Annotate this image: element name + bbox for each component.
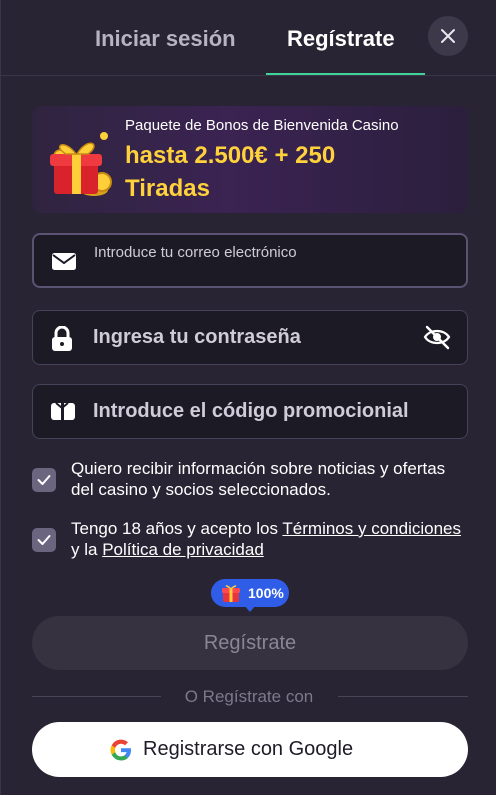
- promo-placeholder: Introduce el código promocionial: [93, 400, 409, 422]
- google-register-label: Registrarse con Google: [143, 738, 354, 760]
- age-terms-checkbox[interactable]: [32, 528, 56, 552]
- mail-icon: [52, 253, 76, 270]
- check-icon: [37, 475, 51, 485]
- register-submit-button[interactable]: Regístrate: [32, 616, 468, 670]
- terms-link[interactable]: Términos y condiciones: [282, 519, 461, 538]
- password-placeholder: Ingresa tu contraseña: [93, 326, 301, 348]
- bonus-badge-text: 100%: [248, 585, 284, 601]
- close-button[interactable]: [428, 16, 468, 56]
- marketing-consent-text: Quiero recibir información sobre noticia…: [71, 459, 446, 499]
- tabs-divider: [1, 75, 496, 76]
- tab-login[interactable]: Iniciar sesión: [95, 26, 236, 52]
- lock-icon: [52, 326, 72, 351]
- bonus-badge: 100%: [211, 579, 289, 607]
- gift-icon: [222, 585, 240, 602]
- ticket-icon: [51, 402, 75, 420]
- age-terms-text: Tengo 18 años y acepto los Términos y co…: [71, 518, 466, 560]
- promo-code-field[interactable]: Introduce el código promocionial: [32, 384, 468, 439]
- divider-right: [338, 696, 468, 697]
- welcome-bonus-banner: Paquete de Bonos de Bienvenida Casino ha…: [32, 106, 468, 213]
- or-register-with: O Regístrate con: [184, 687, 314, 706]
- email-placeholder: Introduce tu correo electrónico: [94, 244, 297, 261]
- check-icon: [37, 535, 51, 545]
- badge-pointer: [244, 605, 256, 612]
- privacy-link[interactable]: Política de privacidad: [102, 540, 264, 559]
- age-terms-middle: y la: [71, 540, 103, 559]
- gift-icon: [50, 132, 112, 196]
- google-register-button[interactable]: Registrarse con Google: [32, 722, 468, 777]
- password-field[interactable]: Ingresa tu contraseña: [32, 310, 468, 365]
- marketing-checkbox[interactable]: [32, 468, 56, 492]
- bonus-subtitle: Paquete de Bonos de Bienvenida Casino: [125, 117, 399, 134]
- email-field[interactable]: Introduce tu correo electrónico: [32, 233, 468, 288]
- bonus-headline: hasta 2.500€ + 250 Tiradas: [125, 142, 336, 202]
- auth-tabs: Iniciar sesión Regístrate: [1, 0, 496, 75]
- age-terms-prefix: Tengo 18 años y acepto los: [71, 519, 283, 538]
- tab-register[interactable]: Regístrate: [287, 26, 395, 52]
- close-icon: [441, 29, 455, 43]
- google-icon: [110, 739, 131, 761]
- eye-off-icon[interactable]: [422, 323, 452, 351]
- register-modal: Iniciar sesión Regístrate Paquete de Bon…: [0, 0, 496, 795]
